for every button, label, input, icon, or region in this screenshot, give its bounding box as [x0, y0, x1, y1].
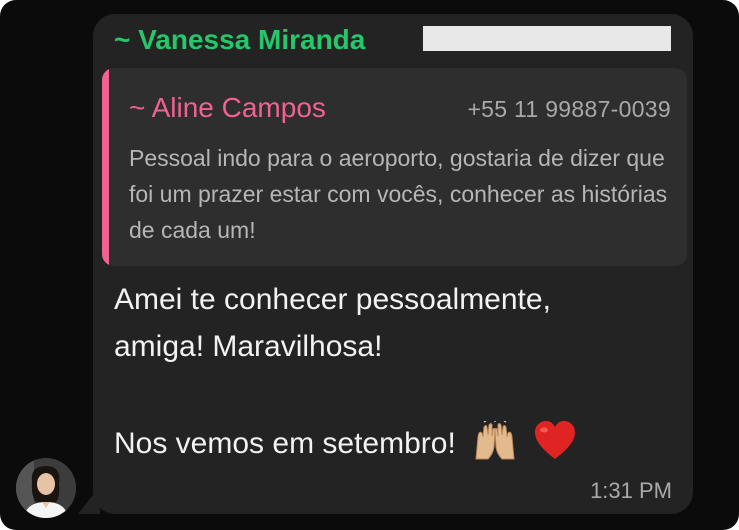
raising-hands-icon — [472, 420, 518, 469]
message-text-line-2: amiga! Maravilhosa! — [114, 330, 383, 363]
message-text-line-1: Amei te conhecer pessoalmente, — [114, 283, 551, 316]
message-text-line-3: Nos vemos em setembro! — [114, 420, 576, 469]
chat-screen: ~ Vanessa Miranda ~ Aline Campos +55 11 … — [0, 0, 739, 530]
quoted-message-text: Pessoal indo para o aeroporto, gostaria … — [129, 145, 668, 243]
message-timestamp: 1:31 PM — [590, 478, 672, 503]
sender-name[interactable]: ~ Vanessa Miranda — [114, 24, 365, 56]
redacted-sender-number — [423, 26, 671, 51]
quoted-author-name: ~ Aline Campos — [129, 92, 326, 123]
quoted-author-phone: +55 11 99887-0039 — [467, 96, 671, 122]
avatar-image — [16, 458, 76, 518]
message-text-line-3-text: Nos vemos em setembro! — [114, 426, 456, 460]
red-heart-icon — [534, 421, 576, 469]
quote-accent-bar — [102, 68, 109, 266]
sender-avatar[interactable] — [16, 458, 76, 518]
quoted-message[interactable]: ~ Aline Campos +55 11 99887-0039 Pessoal… — [102, 68, 687, 266]
